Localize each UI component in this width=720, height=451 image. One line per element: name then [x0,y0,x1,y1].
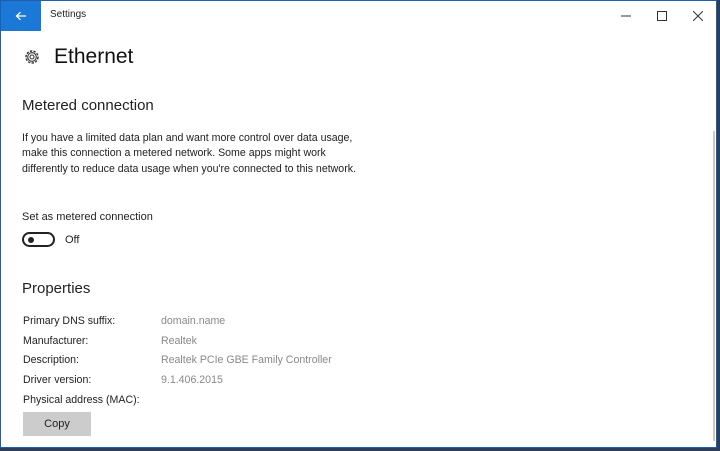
page-header: Ethernet [22,45,133,69]
property-value: 9.1.406.2015 [161,374,223,386]
minimize-icon [621,15,631,17]
close-button[interactable] [680,1,716,31]
window-controls [608,1,716,31]
close-icon [693,11,703,21]
window-title: Settings [50,9,87,20]
scrollbar[interactable] [713,131,715,441]
property-label: Physical address (MAC): [23,394,140,406]
property-label: Primary DNS suffix: [23,315,116,327]
title-bar: Settings [1,1,716,31]
property-label: Description: [23,354,79,366]
metered-toggle[interactable] [22,232,55,247]
metered-toggle-label: Set as metered connection [22,211,153,223]
page-title: Ethernet [54,45,134,68]
back-arrow-icon [15,11,26,21]
property-label: Driver version: [23,374,92,386]
property-value: Realtek PCIe GBE Family Controller [161,354,332,366]
toggle-knob [28,236,34,243]
copy-button[interactable]: Copy [23,412,91,436]
property-value: domain.name [161,315,226,327]
property-label: Manufacturer: [23,335,89,347]
property-value: Realtek [161,335,197,347]
settings-window: Settings Ethernet Metered connection If … [0,0,717,448]
properties-heading: Properties [22,280,91,297]
maximize-button[interactable] [644,1,680,31]
maximize-icon [657,11,667,21]
gear-icon [25,50,39,64]
toggle-state-text: Off [65,234,80,246]
metered-description: If you have a limited data plan and want… [22,132,356,175]
back-button[interactable] [1,1,41,31]
metered-heading: Metered connection [22,97,154,114]
minimize-button[interactable] [608,1,644,31]
